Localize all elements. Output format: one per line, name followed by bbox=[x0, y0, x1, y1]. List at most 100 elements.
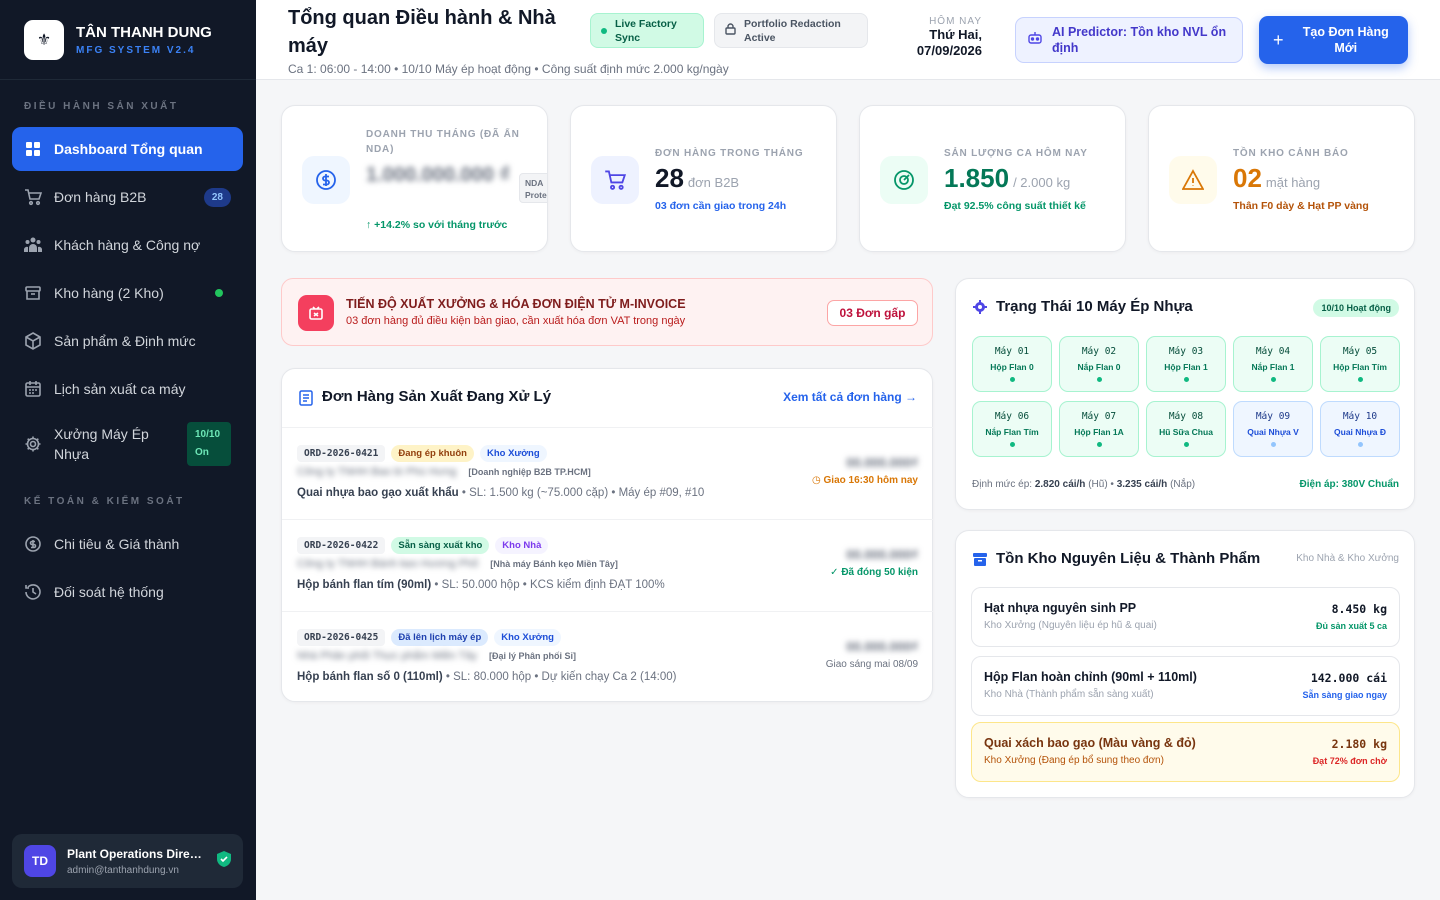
redaction-chip[interactable]: Portfolio Redaction Active bbox=[714, 13, 868, 48]
order-deadline: ✓ Đã đóng 50 kiện bbox=[830, 567, 918, 578]
kpi-label: DOANH THU THÁNG (ĐÃ ẨN NDA) bbox=[366, 129, 520, 155]
machine-status-dot bbox=[1357, 442, 1363, 447]
gear-icon bbox=[973, 300, 987, 319]
table-row[interactable]: ORD-2026-0422 Sẵn sàng xuất kho Kho Nhà … bbox=[282, 519, 933, 611]
page-title: Tổng quan Điều hành & Nhà máy bbox=[288, 7, 556, 57]
kpi-note: ↑ +14.2% so với tháng trước bbox=[366, 219, 508, 231]
arrow-up-icon: ↑ bbox=[366, 219, 375, 231]
sidebar-item-products[interactable]: Sản phẩm & Định mức bbox=[12, 319, 243, 363]
customer-type: [Đại lý Phân phối Sỉ] bbox=[489, 651, 577, 661]
machine-status-dot bbox=[1183, 377, 1189, 382]
machine-product: Quai Nhựa V bbox=[1247, 427, 1299, 437]
order-amount-redacted: 00.000.000₫ bbox=[846, 639, 918, 654]
kpi-value: 02 mặt hàng bbox=[1233, 163, 1321, 193]
kpi-label: ĐƠN HÀNG TRONG THÁNG bbox=[655, 148, 804, 159]
sidebar-item-label: Đối soát hệ thống bbox=[54, 584, 164, 600]
machine-product: Hộp Flan 1A bbox=[1074, 427, 1124, 437]
robot-icon bbox=[1028, 31, 1042, 49]
online-status-dot bbox=[215, 289, 223, 297]
list-item[interactable]: Hạt nhựa nguyên sinh PP Kho Xưởng (Nguyê… bbox=[971, 587, 1400, 647]
create-order-button[interactable]: + Tạo Đơn Hàng Mới bbox=[1259, 16, 1408, 64]
machine-card[interactable]: Máy 02 Nắp Flan 0 bbox=[1059, 336, 1139, 392]
item-location: Kho Xưởng (Đang ép bổ sung theo đơn) bbox=[984, 755, 1164, 766]
urgent-orders-button[interactable]: 03 Đơn gấp bbox=[827, 300, 918, 326]
kpi-note: Thân F0 dày & Hạt PP vàng bbox=[1233, 200, 1369, 212]
sidebar-item-b2b-orders[interactable]: Đơn hàng B2B 28 bbox=[12, 175, 243, 219]
calendar-icon bbox=[24, 380, 42, 398]
user-profile-card[interactable]: TD Plant Operations Director admin@tanth… bbox=[12, 834, 243, 888]
archive-icon bbox=[24, 284, 42, 302]
machine-card[interactable]: Máy 05 Hộp Flan Tím bbox=[1320, 336, 1400, 392]
ai-predictor-text: AI Predictor: Tồn kho NVL ổn định bbox=[1052, 25, 1227, 55]
order-deadline: Giao sáng mai 08/09 bbox=[825, 659, 918, 670]
customer-type: [Nhà máy Bánh kẹo Miền Tây] bbox=[490, 559, 618, 569]
avatar: TD bbox=[24, 845, 56, 877]
machine-status-dot bbox=[1183, 442, 1189, 447]
kpi-unit: đơn B2B bbox=[687, 175, 740, 190]
dollar-icon bbox=[302, 156, 350, 204]
list-item[interactable]: Hộp Flan hoàn chỉnh (90ml + 110ml) Kho N… bbox=[971, 656, 1400, 716]
machine-name: Máy 02 bbox=[1081, 346, 1117, 357]
machine-card[interactable]: Máy 01 Hộp Flan 0 bbox=[972, 336, 1052, 392]
document-icon bbox=[299, 390, 313, 411]
ai-predictor-chip[interactable]: AI Predictor: Tồn kho NVL ổn định bbox=[1015, 17, 1243, 63]
machine-name: Máy 08 bbox=[1168, 411, 1204, 422]
kpi-card-revenue[interactable]: DOANH THU THÁNG (ĐÃ ẨN NDA) 1.000.000.00… bbox=[281, 105, 548, 252]
machine-card[interactable]: Máy 10 Quai Nhựa Đ bbox=[1320, 401, 1400, 457]
chip-label: Portfolio Redaction bbox=[744, 17, 841, 30]
today-date: HÔM NAY Thứ Hai, 07/09/2026 bbox=[882, 16, 982, 59]
machine-status-dot bbox=[1096, 377, 1102, 382]
machine-card[interactable]: Máy 03 Hộp Flan 1 bbox=[1146, 336, 1226, 392]
item-quantity: 2.180 kg bbox=[1331, 737, 1387, 751]
view-all-orders-link[interactable]: Xem tất cả đơn hàng → bbox=[783, 390, 917, 404]
live-sync-chip[interactable]: Live Factory Sync bbox=[590, 13, 704, 48]
item-name: Quai xách bao gạo (Màu vàng & đỏ) bbox=[984, 736, 1196, 750]
button-label: Tạo Đơn Hàng bbox=[1302, 25, 1389, 39]
machine-card[interactable]: Máy 06 Nắp Flan Tím bbox=[972, 401, 1052, 457]
machine-name: Máy 03 bbox=[1168, 346, 1204, 357]
sidebar-item-label: Chi tiêu & Giá thành bbox=[54, 536, 180, 552]
list-item[interactable]: Quai xách bao gạo (Màu vàng & đỏ) Kho Xư… bbox=[971, 722, 1400, 782]
customer-name-redacted: Công ty TNHH Bao bì Phú Hưng bbox=[297, 466, 457, 478]
machine-card[interactable]: Máy 07 Hộp Flan 1A bbox=[1059, 401, 1139, 457]
order-count-badge: 28 bbox=[203, 187, 231, 207]
product-name: Quai nhựa bao gạo xuất khẩu bbox=[297, 487, 459, 499]
machine-product: Quai Nhựa Đ bbox=[1334, 427, 1386, 437]
table-row[interactable]: ORD-2026-0425 Đã lên lịch máy ép Kho Xưở… bbox=[282, 611, 933, 703]
kpi-card-output[interactable]: SẢN LƯỢNG CA HÔM NAY 1.850/ 2.000 kg Đạt… bbox=[859, 105, 1126, 252]
machine-status-dot bbox=[1009, 377, 1015, 382]
kpi-card-stock-warning[interactable]: TỒN KHO CẢNH BÁO 02 mặt hàng Thân F0 dày … bbox=[1148, 105, 1415, 252]
order-id: ORD-2026-0422 bbox=[297, 537, 386, 554]
archive-icon bbox=[973, 553, 987, 571]
sidebar-item-molding-factory[interactable]: Xưởng Máy Ép Nhựa 10/10 On bbox=[12, 420, 243, 468]
machine-status-dot bbox=[1270, 442, 1276, 447]
sidebar-item-customers[interactable]: Khách hàng & Công nợ bbox=[12, 223, 243, 267]
sidebar-item-label-line2: Nhựa bbox=[54, 446, 90, 462]
kpi-label: SẢN LƯỢNG CA HÔM NAY bbox=[944, 148, 1088, 159]
customer-name-redacted: Nhà Phân phối Thực phẩm Miền Tây bbox=[297, 650, 478, 662]
machine-card[interactable]: Máy 04 Nắp Flan 1 bbox=[1233, 336, 1313, 392]
item-name: Hộp Flan hoàn chỉnh (90ml + 110ml) bbox=[984, 670, 1197, 684]
machine-product: Hộp Flan 0 bbox=[990, 362, 1034, 372]
date-value: 07/09/2026 bbox=[916, 43, 982, 58]
item-quantity: 8.450 kg bbox=[1331, 602, 1387, 616]
sidebar-item-label: Kho hàng (2 Kho) bbox=[54, 285, 164, 301]
plus-icon: + bbox=[1273, 30, 1284, 50]
nav-section-accounting: KẾ TOÁN & KIỂM SOÁT bbox=[24, 496, 185, 507]
table-row[interactable]: ORD-2026-0421 Đang ép khuôn Kho Xưởng Cô… bbox=[282, 427, 933, 519]
sidebar-item-dashboard[interactable]: Dashboard Tổng quan bbox=[12, 127, 243, 171]
box-icon bbox=[24, 332, 42, 350]
chip-label-line2: Active bbox=[744, 31, 776, 44]
cart-icon bbox=[591, 156, 639, 204]
machines-title: Trạng Thái 10 Máy Ép Nhựa bbox=[996, 298, 1193, 315]
sidebar-item-schedule[interactable]: Lịch sản xuất ca máy bbox=[12, 367, 243, 411]
status-badge: Sẵn sàng xuất kho bbox=[391, 537, 490, 554]
sidebar: ⚜ TÂN THANH DUNG MFG SYSTEM V2.4 ĐIỀU HÀ… bbox=[0, 0, 256, 900]
sidebar-item-warehouse[interactable]: Kho hàng (2 Kho) bbox=[12, 271, 243, 315]
kpi-card-orders[interactable]: ĐƠN HÀNG TRONG THÁNG 28 đơn B2B 03 đơn cầ… bbox=[570, 105, 837, 252]
sidebar-item-expenses[interactable]: Chi tiêu & Giá thành bbox=[12, 522, 243, 566]
sidebar-item-reconciliation[interactable]: Đối soát hệ thống bbox=[12, 570, 243, 614]
machine-card[interactable]: Máy 08 Hũ Sữa Chua bbox=[1146, 401, 1226, 457]
machine-card[interactable]: Máy 09 Quai Nhựa V bbox=[1233, 401, 1313, 457]
button-label-line2: Mới bbox=[1334, 41, 1358, 55]
